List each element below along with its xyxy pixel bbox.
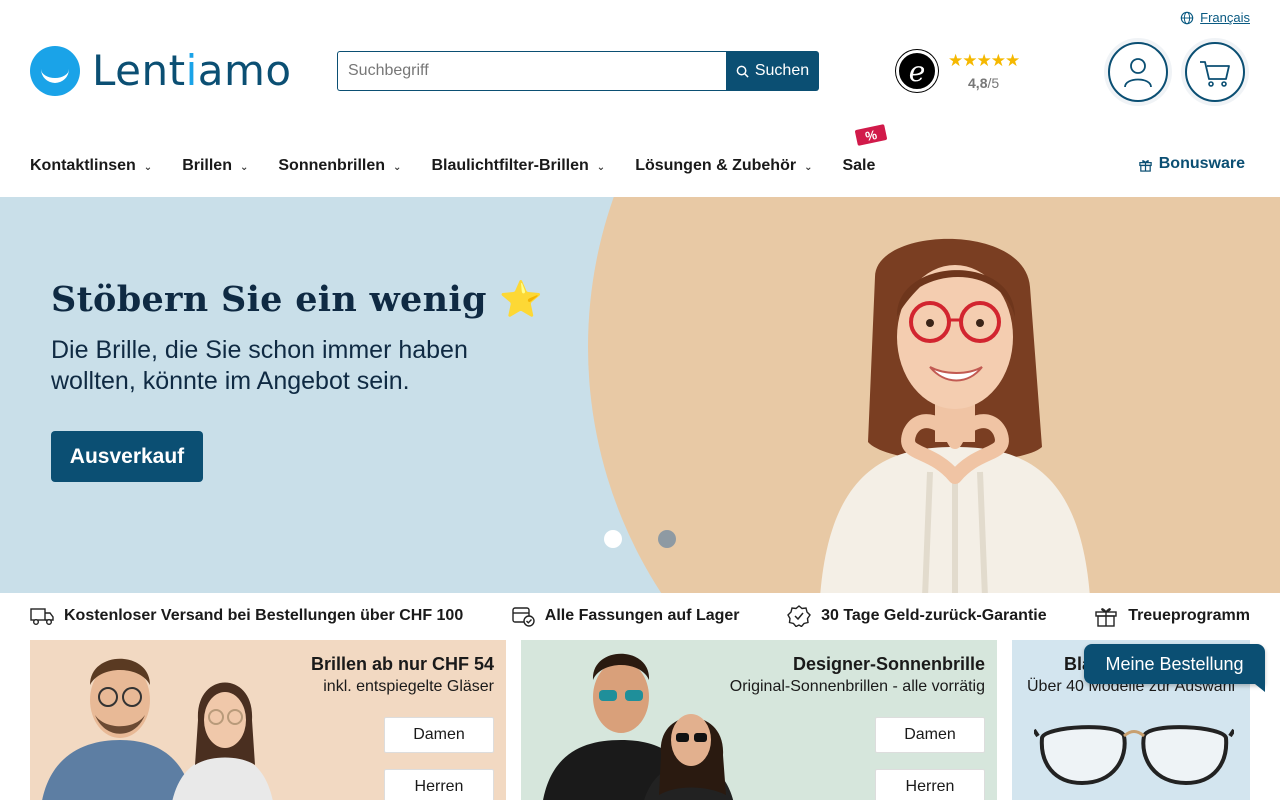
cart-button[interactable] [1181, 38, 1249, 106]
nav-item-sale[interactable]: % Sale [842, 124, 888, 175]
usp-free-shipping: Kostenloser Versand bei Bestellungen übe… [30, 605, 463, 627]
hero-banner: Stöbern Sie ein wenig ⭐ Die Brille, die … [0, 197, 1280, 593]
search-bar: Suchen [337, 51, 819, 91]
chevron-down-icon: ⌄ [143, 161, 153, 173]
trusted-shops-badge-icon: e [896, 50, 938, 92]
chevron-down-icon: ⌄ [239, 161, 249, 173]
truck-icon [30, 608, 54, 625]
hero-title: Stöbern Sie ein wenig ⭐ [51, 279, 544, 320]
search-button[interactable]: Suchen [726, 51, 819, 91]
language-label: Français [1200, 10, 1250, 25]
card-subtitle: inkl. entspiegelte Gläser [323, 678, 494, 695]
account-button[interactable] [1104, 38, 1172, 106]
glasses-product-image [1034, 725, 1234, 786]
logo-smile-icon [30, 46, 80, 96]
nav-item-glasses[interactable]: Brillen ⌄ [182, 157, 248, 175]
sale-button[interactable]: Ausverkauf [51, 431, 203, 482]
carousel-dots [604, 530, 676, 548]
search-button-label: Suchen [754, 62, 810, 79]
rating-score: 4,8/5 [968, 75, 1000, 91]
nav-item-sunglasses[interactable]: Sonnenbrillen ⌄ [278, 157, 401, 175]
usp-loyalty: Treueprogramm [1094, 605, 1250, 627]
couple-glasses-image [42, 658, 273, 800]
hero-woman-image [820, 238, 1090, 593]
nav-item-contact-lenses[interactable]: Kontaktlinsen ⌄ [30, 157, 152, 175]
usp-money-back: 30 Tage Geld-zurück-Garantie [787, 605, 1047, 627]
gift-icon [1095, 608, 1117, 627]
promo-card-sunglasses[interactable]: Designer-Sonnenbrille Original-Sonnenbri… [521, 640, 997, 800]
sale-badge: % [855, 124, 888, 146]
main-nav: Kontaktlinsen ⌄ Brillen ⌄ Sonnenbrillen ⌄ B… [30, 124, 1250, 177]
logo[interactable]: Lentiamo [30, 46, 292, 96]
globe-icon [1180, 11, 1194, 24]
card-title: Designer-Sonnenbrille [792, 654, 985, 674]
language-switcher[interactable]: Français [1180, 10, 1250, 25]
nav-item-blue-light[interactable]: Blaulichtfilter-Brillen ⌄ [431, 157, 605, 175]
search-input[interactable] [337, 51, 726, 91]
trust-rating[interactable]: e ★★★★★ 4,8/5 [896, 50, 1020, 92]
women-button[interactable]: Damen [875, 717, 985, 753]
chevron-down-icon: ⌄ [393, 161, 402, 173]
card-subtitle: Original-Sonnenbrillen - alle vorrätig [729, 678, 985, 695]
rating-stars: ★★★★★ [948, 51, 1020, 70]
men-button[interactable]: Herren [875, 769, 985, 800]
nav-item-solutions[interactable]: Lösungen & Zubehör ⌄ [635, 157, 812, 175]
star-icon: ⭐ [499, 280, 544, 320]
box-check-icon [512, 607, 535, 627]
cart-icon [1200, 61, 1230, 87]
user-icon [1124, 58, 1152, 88]
bonus-label: Bonusware [1158, 155, 1245, 172]
search-icon [736, 65, 749, 78]
women-button[interactable]: Damen [384, 717, 494, 753]
hero-subtitle: Die Brille, die Sie schon immer haben wo… [51, 336, 468, 395]
carousel-dot-2[interactable] [658, 530, 676, 548]
men-button[interactable]: Herren [384, 769, 494, 800]
carousel-dot-1[interactable] [604, 530, 622, 548]
chevron-down-icon: ⌄ [804, 161, 813, 173]
bonus-link[interactable]: Bonusware [1138, 155, 1245, 173]
usp-in-stock: Alle Fassungen auf Lager [511, 605, 740, 627]
gift-icon [1139, 159, 1152, 172]
couple-sunglasses-image [543, 653, 733, 800]
usp-bar: Kostenloser Versand bei Bestellungen übe… [30, 604, 1250, 628]
promo-card-glasses[interactable]: Brillen ab nur CHF 54 inkl. entspiegelte… [30, 640, 506, 800]
chevron-down-icon: ⌄ [596, 161, 606, 173]
my-order-button[interactable]: Meine Bestellung [1084, 644, 1265, 692]
card-title: Brillen ab nur CHF 54 [310, 654, 494, 674]
badge-check-icon [787, 605, 811, 627]
logo-text: Lentiamo [92, 46, 292, 95]
